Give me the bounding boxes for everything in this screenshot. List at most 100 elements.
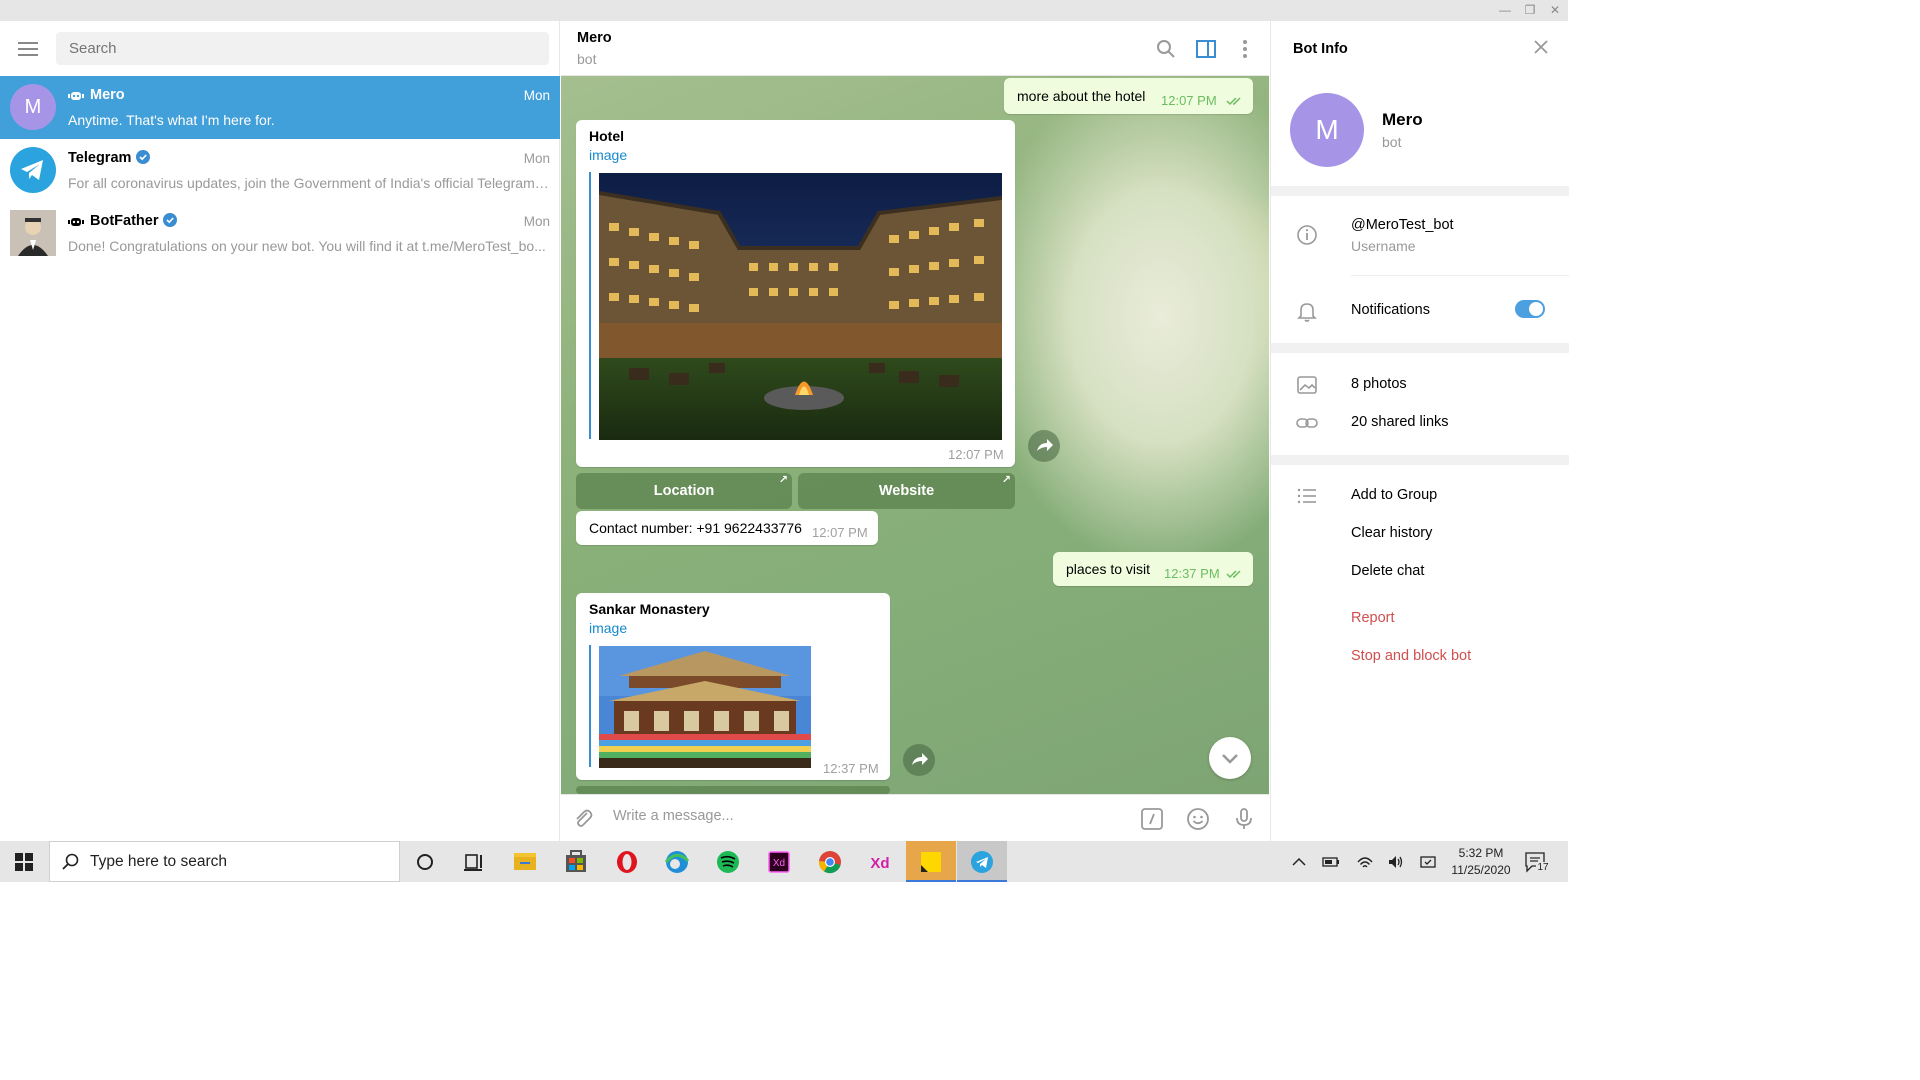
- taskbar-search[interactable]: Type here to search: [49, 841, 400, 882]
- image-link[interactable]: image: [589, 147, 627, 163]
- adobe-xd-icon[interactable]: Xd: [855, 841, 905, 882]
- spotify-icon[interactable]: [703, 841, 753, 882]
- close-window-button[interactable]: ✕: [1546, 2, 1564, 18]
- panel-title: Bot Info: [1293, 41, 1348, 57]
- scroll-down-button[interactable]: [1209, 737, 1251, 779]
- delete-chat-button[interactable]: Delete chat: [1351, 563, 1424, 579]
- divider: [1351, 275, 1569, 276]
- share-icon[interactable]: [903, 744, 935, 776]
- divider: [1271, 343, 1569, 353]
- message-time: 12:07 PM: [812, 525, 868, 540]
- file-explorer-icon[interactable]: [500, 841, 550, 882]
- card-title: Hotel: [589, 128, 624, 144]
- maximize-button[interactable]: ❐: [1521, 2, 1539, 18]
- image-link[interactable]: image: [589, 620, 627, 636]
- edge-icon[interactable]: [652, 841, 702, 882]
- share-icon[interactable]: [1028, 430, 1060, 462]
- location-button[interactable]: Location ↗: [576, 473, 792, 509]
- divider: [1271, 186, 1569, 196]
- avatar: M: [10, 84, 56, 130]
- chat-item-telegram[interactable]: Telegram Mon For all coronavirus updates…: [0, 139, 560, 202]
- action-center-icon[interactable]: [1419, 853, 1437, 871]
- hotel-photo[interactable]: [599, 173, 1002, 440]
- notifications-toggle[interactable]: [1515, 300, 1545, 318]
- search-icon[interactable]: [1155, 38, 1177, 60]
- info-icon: [1297, 225, 1317, 245]
- adobe-xd-icon[interactable]: Xd: [754, 841, 804, 882]
- system-clock[interactable]: 5:32 PM 11/25/2020: [1443, 845, 1519, 879]
- chat-name: BotFather: [68, 213, 178, 229]
- menu-icon[interactable]: [18, 42, 38, 56]
- hotel-card-message[interactable]: Hotel image 12:07 PM: [576, 120, 1015, 467]
- bot-commands-icon[interactable]: [1140, 807, 1164, 831]
- outgoing-message[interactable]: more about the hotel 12:07 PM: [1004, 78, 1253, 114]
- message-time: 12:07 PM: [948, 447, 1004, 462]
- chat-item-botfather[interactable]: BotFather Mon Done! Congratulations on y…: [0, 202, 560, 265]
- message-composer: Write a message...: [561, 794, 1269, 841]
- clear-history-button[interactable]: Clear history: [1351, 525, 1432, 541]
- read-receipt-icon: [1226, 570, 1241, 579]
- message-text: Contact number: +91 9622433776: [589, 520, 802, 536]
- search-input[interactable]: [56, 32, 549, 65]
- chat-time: Mon: [523, 214, 550, 229]
- username[interactable]: @MeroTest_bot: [1351, 217, 1454, 233]
- message-input[interactable]: Write a message...: [613, 808, 734, 824]
- chrome-icon[interactable]: [805, 841, 855, 882]
- photos-link[interactable]: 8 photos: [1351, 376, 1407, 392]
- clock-time: 5:32 PM: [1458, 846, 1504, 860]
- microphone-icon[interactable]: [1232, 807, 1256, 831]
- telegram-icon[interactable]: [957, 841, 1007, 882]
- volume-icon[interactable]: [1387, 853, 1405, 871]
- chat-time: Mon: [523, 88, 550, 103]
- bot-subtitle: bot: [1382, 134, 1402, 150]
- windows-start-icon[interactable]: [15, 853, 33, 871]
- svg-text:Xd: Xd: [773, 858, 785, 869]
- add-to-group-button[interactable]: Add to Group: [1351, 487, 1437, 503]
- card-quote-bar: [589, 172, 591, 439]
- chevron-down-icon: [1222, 754, 1238, 764]
- minimize-button[interactable]: —: [1496, 2, 1514, 18]
- bot-name: Mero: [1382, 110, 1423, 129]
- chat-item-mero[interactable]: M Mero Mon Anytime. That's what I'm here…: [0, 76, 560, 139]
- cortana-icon[interactable]: [400, 841, 450, 882]
- inline-keyboard-partial[interactable]: [576, 786, 890, 794]
- emoji-icon[interactable]: [1186, 807, 1210, 831]
- monastery-card-message[interactable]: Sankar Monastery image 12:37 PM: [576, 593, 890, 780]
- chat-name: Mero: [68, 87, 125, 103]
- sticky-notes-icon[interactable]: [906, 841, 956, 882]
- card-quote-bar: [589, 645, 591, 767]
- close-icon[interactable]: [1533, 39, 1549, 55]
- monastery-photo[interactable]: [599, 646, 811, 768]
- verified-icon: [136, 150, 151, 164]
- store-icon[interactable]: [551, 841, 601, 882]
- verified-icon: [163, 213, 178, 227]
- attach-icon[interactable]: [571, 807, 595, 831]
- external-link-icon: ↗: [1001, 474, 1011, 486]
- sidebar-toggle-icon[interactable]: [1195, 38, 1217, 60]
- taskbar: Type here to search Xd Xd 5:32 PM 11/25/…: [0, 841, 1568, 882]
- opera-icon[interactable]: [602, 841, 652, 882]
- message-text: places to visit: [1066, 561, 1151, 577]
- notifications-label: Notifications: [1351, 302, 1430, 318]
- message-area[interactable]: more about the hotel 12:07 PM Hotel imag…: [561, 76, 1269, 794]
- stop-block-bot-button[interactable]: Stop and block bot: [1351, 648, 1471, 664]
- chevron-up-icon[interactable]: [1290, 853, 1308, 871]
- chat-title: Mero: [577, 30, 612, 46]
- message-time: 12:37 PM: [823, 761, 879, 776]
- shared-links-link[interactable]: 20 shared links: [1351, 414, 1449, 430]
- task-view-icon[interactable]: [449, 841, 499, 882]
- chat-header[interactable]: Mero bot: [561, 21, 1269, 76]
- incoming-message[interactable]: Contact number: +91 9622433776 12:07 PM: [576, 511, 878, 545]
- search-icon: [62, 853, 79, 870]
- bell-icon: [1297, 303, 1317, 322]
- battery-icon[interactable]: [1322, 853, 1340, 871]
- outgoing-message[interactable]: places to visit 12:37 PM: [1053, 552, 1253, 586]
- avatar[interactable]: M: [1290, 93, 1364, 167]
- chat-list-panel: M Mero Mon Anytime. That's what I'm here…: [0, 21, 560, 841]
- notifications-button[interactable]: 17: [1524, 851, 1550, 874]
- card-title: Sankar Monastery: [589, 601, 710, 617]
- website-button[interactable]: Website ↗: [798, 473, 1015, 509]
- report-button[interactable]: Report: [1351, 610, 1395, 626]
- wifi-icon[interactable]: [1356, 853, 1374, 871]
- more-vertical-icon[interactable]: [1234, 38, 1256, 60]
